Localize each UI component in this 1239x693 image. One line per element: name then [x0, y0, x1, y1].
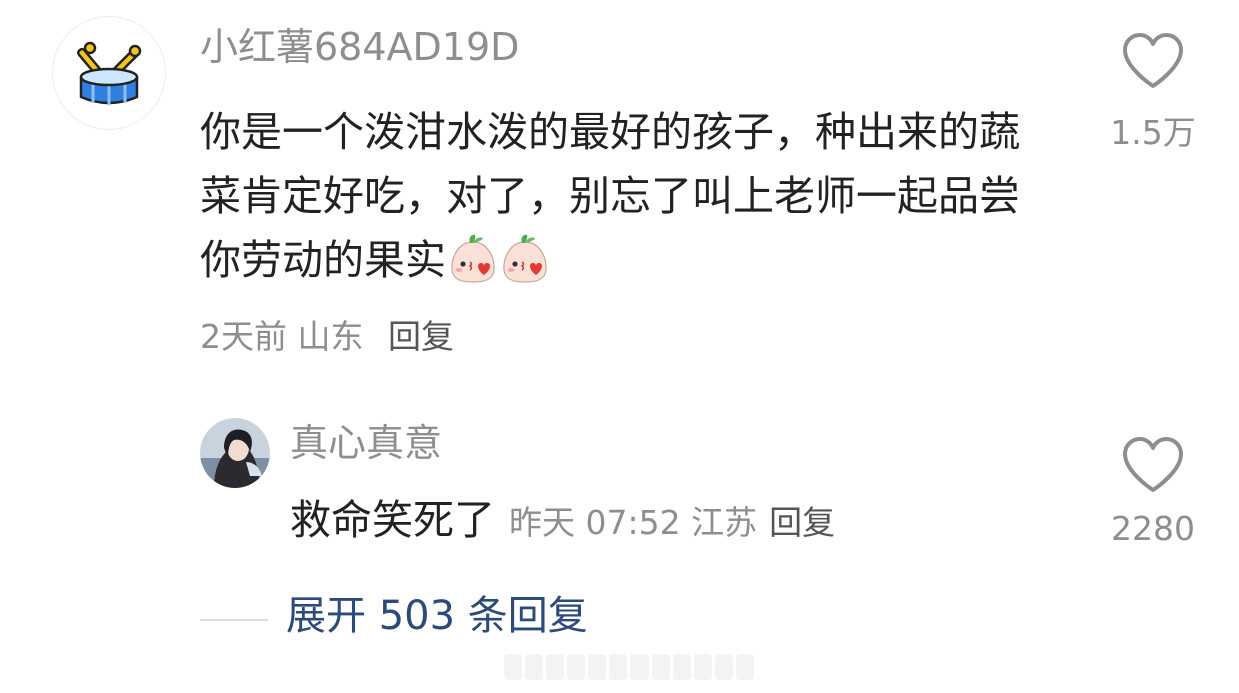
comment-username[interactable]: 小红薯684AD19D: [200, 28, 519, 66]
reply-body: 救命笑死了 昨天 07:52 江苏 回复: [290, 500, 835, 541]
reply-text: 救命笑死了: [290, 496, 495, 544]
avatar-reply-user[interactable]: [200, 418, 270, 488]
like-count: 1.5万: [1110, 113, 1196, 152]
comment-location: 山东: [297, 317, 364, 356]
comment-body: 你是一个泼泔水泼的最好的孩子，种出来的蔬菜肯定好吃，对了，别忘了叫上老师一起品尝…: [200, 108, 1020, 284]
user-photo-avatar: [200, 418, 270, 488]
expand-divider: [200, 619, 268, 621]
like-count: 2280: [1111, 509, 1195, 548]
reply-button[interactable]: 回复: [388, 317, 454, 356]
watermark-bar: [504, 654, 754, 680]
comment-text: 你是一个泼泔水泼的最好的孩子，种出来的蔬菜肯定好吃，对了，别忘了叫上老师一起品尝…: [200, 100, 1060, 292]
reply-username[interactable]: 真心真意: [290, 424, 442, 462]
comment-time: 2天前: [200, 317, 287, 356]
like-button[interactable]: [1121, 436, 1185, 494]
kiss-peach-emoji-icon: [500, 232, 550, 284]
reply-time: 昨天 07:52: [509, 503, 681, 542]
drum-icon: [77, 41, 142, 105]
reply-meta: 昨天 07:52 江苏 回复: [509, 503, 835, 542]
like-button[interactable]: [1121, 32, 1185, 90]
avatar-main-user[interactable]: [52, 16, 166, 130]
reply-button[interactable]: 回复: [769, 503, 835, 542]
heart-icon: [1123, 33, 1183, 88]
comment-meta: 2天前 山东 回复: [200, 320, 454, 353]
expand-replies-link[interactable]: 展开 503 条回复: [286, 596, 588, 636]
heart-icon: [1123, 437, 1183, 492]
reply-location: 江苏: [691, 503, 758, 542]
kiss-peach-emoji-icon: [448, 232, 498, 284]
